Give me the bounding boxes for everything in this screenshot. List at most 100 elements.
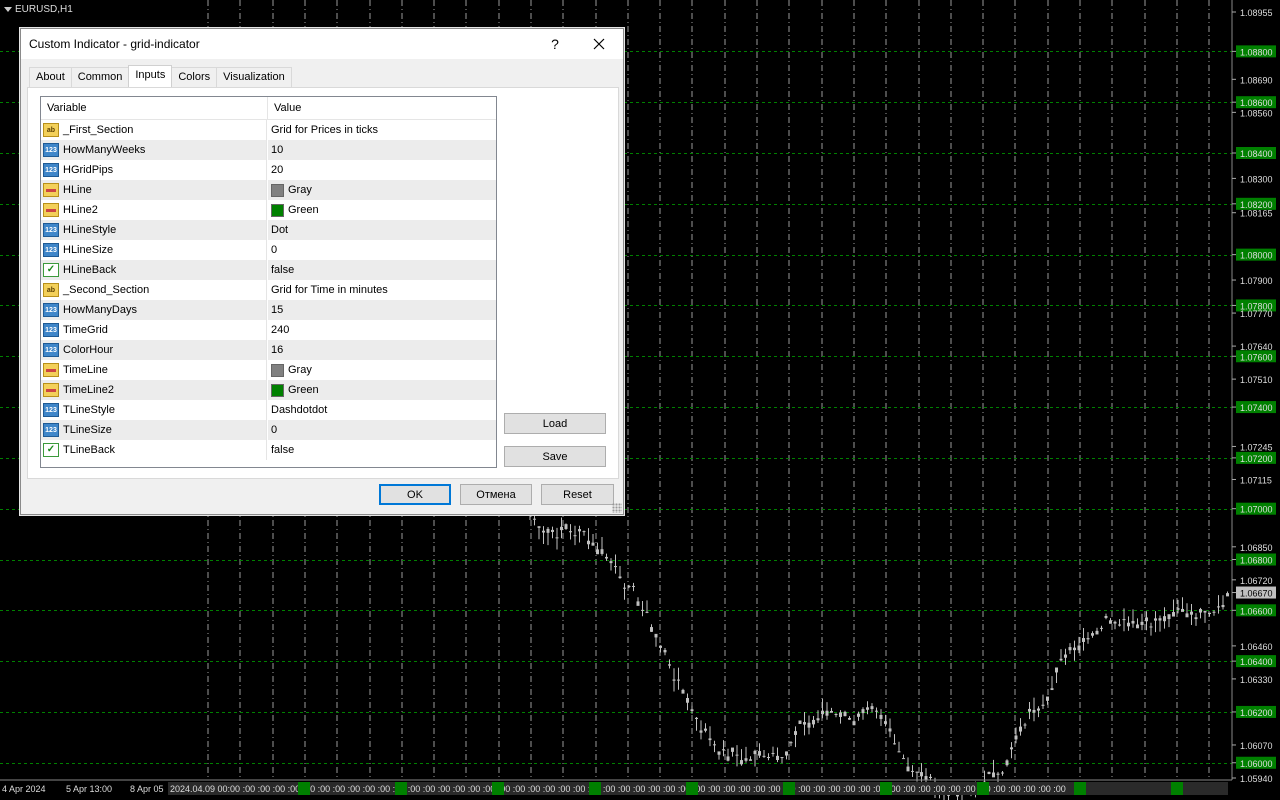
value-cell[interactable]: Dot <box>267 220 288 240</box>
candle-body <box>1023 724 1027 726</box>
ok-button[interactable]: OK <box>379 484 451 505</box>
candle-body <box>1113 621 1117 624</box>
candle-body <box>533 518 536 520</box>
variable-name: HLine <box>63 184 92 196</box>
value-cell[interactable]: Gray <box>267 180 312 200</box>
resize-grip[interactable] <box>612 503 622 513</box>
candle-body <box>1073 647 1076 651</box>
candle-body <box>663 649 667 653</box>
candle-body <box>906 766 910 772</box>
table-row[interactable]: 123 TimeGrid 240 <box>41 320 496 340</box>
candle-body <box>573 535 577 537</box>
value-cell[interactable]: 0 <box>267 420 277 440</box>
help-button[interactable]: ? <box>533 29 577 59</box>
table-row[interactable]: 123 HowManyWeeks 10 <box>41 140 496 160</box>
candle-body <box>992 772 995 778</box>
reset-button[interactable]: Reset <box>541 484 614 505</box>
value-cell[interactable]: Gray <box>267 360 312 380</box>
value-cell[interactable]: 15 <box>267 300 283 320</box>
tab-colors[interactable]: Colors <box>171 67 218 87</box>
table-row[interactable]: TimeLine Gray <box>41 360 496 380</box>
table-row[interactable]: HLine2 Green <box>41 200 496 220</box>
candle-body <box>1086 638 1090 640</box>
candle-body <box>582 531 586 533</box>
candle-body <box>1176 608 1180 610</box>
time-highlight-box <box>783 782 795 795</box>
value-cell[interactable]: Green <box>267 200 319 220</box>
table-row[interactable]: 123 TLineStyle Dashdotdot <box>41 400 496 420</box>
table-row[interactable]: ✓ HLineBack false <box>41 260 496 280</box>
candle-body <box>564 524 568 529</box>
value-cell[interactable]: 10 <box>267 140 283 160</box>
price-label: 1.06720 <box>1240 576 1273 586</box>
candle-body <box>1221 604 1225 608</box>
column-header-variable[interactable]: Variable <box>41 97 268 119</box>
time-highlight-box <box>395 782 407 795</box>
candle-body <box>834 713 838 715</box>
value-cell[interactable]: 16 <box>267 340 283 360</box>
candle-body <box>807 722 811 728</box>
value-cell[interactable]: 0 <box>267 240 277 260</box>
variable-value: 240 <box>271 324 290 336</box>
variable-cell: TimeLine <box>41 360 267 380</box>
tab-common[interactable]: Common <box>70 67 130 87</box>
table-row[interactable]: 123 HGridPips 20 <box>41 160 496 180</box>
table-header: Variable Value <box>41 97 496 120</box>
dialog-title: Custom Indicator - grid-indicator <box>29 37 200 51</box>
table-row[interactable]: HLine Gray <box>41 180 496 200</box>
variable-cell: ✓ HLineBack <box>41 260 267 280</box>
price-label: 1.06330 <box>1240 675 1273 685</box>
candle-body <box>893 743 896 745</box>
value-cell[interactable]: Dashdotdot <box>267 400 327 420</box>
value-cell[interactable]: Grid for Time in minutes <box>267 280 388 300</box>
candle-body <box>645 611 649 613</box>
variable-value: 16 <box>271 344 284 356</box>
close-button[interactable] <box>577 29 621 59</box>
variable-cell: 123 HGridPips <box>41 160 267 180</box>
price-label: 1.06600 <box>1240 606 1273 616</box>
value-cell[interactable]: 240 <box>267 320 289 340</box>
table-row[interactable]: 123 HowManyDays 15 <box>41 300 496 320</box>
candle-body <box>735 754 739 756</box>
candle-body <box>744 758 748 761</box>
dialog-titlebar[interactable]: Custom Indicator - grid-indicator ? <box>21 29 623 59</box>
int-type-icon: 123 <box>43 163 59 177</box>
int-type-icon: 123 <box>43 343 59 357</box>
value-cell[interactable]: Green <box>267 380 319 400</box>
candle-body <box>555 537 559 539</box>
table-row[interactable]: 123 ColorHour 16 <box>41 340 496 360</box>
variable-name: _First_Section <box>63 124 134 136</box>
value-cell[interactable]: false <box>267 260 294 280</box>
column-header-value[interactable]: Value <box>268 97 301 119</box>
value-cell[interactable]: Grid for Prices in ticks <box>267 120 378 140</box>
price-label: 1.06200 <box>1240 708 1273 718</box>
table-row[interactable]: ab _Second_Section Grid for Time in minute… <box>41 280 496 300</box>
candle-body <box>1199 609 1202 613</box>
load-button[interactable]: Load <box>504 413 606 434</box>
table-row[interactable]: 123 HLineStyle Dot <box>41 220 496 240</box>
candle-body <box>1032 709 1036 713</box>
tab-visualization[interactable]: Visualization <box>216 67 292 87</box>
time-highlight-box <box>492 782 504 795</box>
candle-body <box>1100 627 1103 629</box>
variable-name: HowManyWeeks <box>63 144 146 156</box>
candle-body <box>929 776 932 779</box>
tab-inputs[interactable]: Inputs <box>128 65 173 87</box>
table-row[interactable]: TimeLine2 Green <box>41 380 496 400</box>
candle-body <box>780 757 784 759</box>
int-type-icon: 123 <box>43 403 59 417</box>
table-row[interactable]: ✓ TLineBack false <box>41 440 496 460</box>
candle-body <box>717 751 721 755</box>
value-cell[interactable]: false <box>267 440 294 460</box>
table-row[interactable]: 123 TLineSize 0 <box>41 420 496 440</box>
table-row[interactable]: ab _First_Section Grid for Prices in ticks <box>41 120 496 140</box>
variable-value: Green <box>288 204 319 216</box>
save-button[interactable]: Save <box>504 446 606 467</box>
variable-cell: ab _Second_Section <box>41 280 267 300</box>
cancel-button[interactable]: Отмена <box>460 484 532 505</box>
value-cell[interactable]: 20 <box>267 160 283 180</box>
tab-about[interactable]: About <box>29 67 72 87</box>
candle-body <box>1172 612 1175 617</box>
table-row[interactable]: 123 HLineSize 0 <box>41 240 496 260</box>
int-type-icon: 123 <box>43 423 59 437</box>
